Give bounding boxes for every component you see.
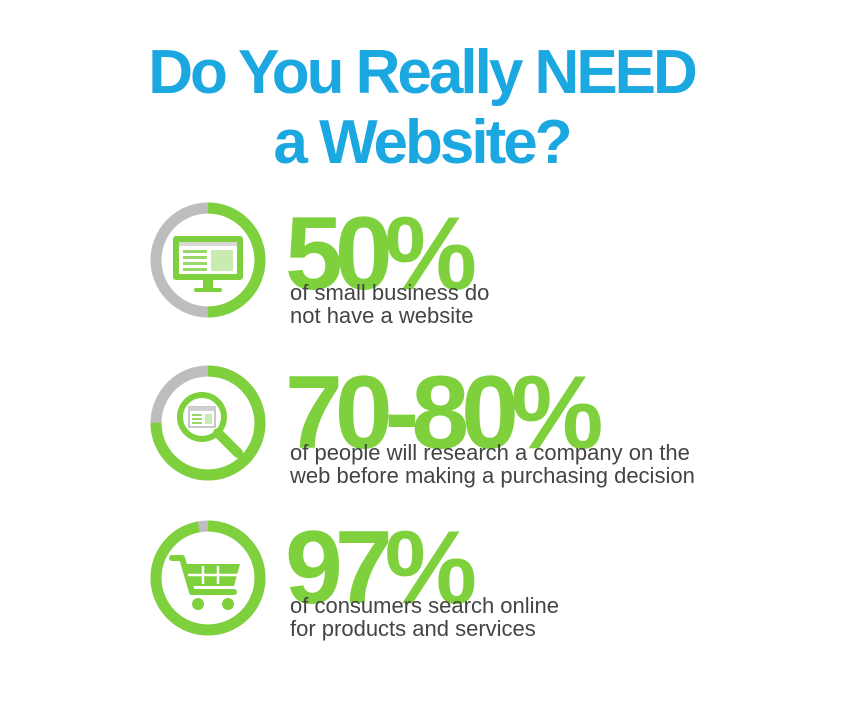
stat-small-business: 50% of small business do not have a webs… xyxy=(0,196,843,346)
stat-consumers: 97% of consumers search online for produ… xyxy=(0,514,843,664)
progress-ring xyxy=(150,202,266,318)
stat-description-line-1: of consumers search online xyxy=(290,593,560,618)
stat-description: of small business do not have a website xyxy=(290,281,489,327)
magnifier-icon xyxy=(177,392,243,458)
stat-description-line-2: web before making a purchasing decision xyxy=(290,463,695,488)
stat-description: of consumers search online for products … xyxy=(290,594,559,640)
stat-description-line-2: for products and services xyxy=(290,616,536,641)
title-line-2: a Website? xyxy=(273,108,572,177)
stat-description-line-1: of people will research a company on the xyxy=(290,440,690,465)
stat-description-line-1: of small business do xyxy=(290,280,490,305)
stat-research: 70-80% of people will research a company… xyxy=(0,359,843,509)
title-line-1: Do You Really NEED xyxy=(148,38,698,107)
stat-description: of people will research a company on the… xyxy=(290,441,695,487)
stat-description-line-2: not have a website xyxy=(290,303,474,328)
progress-ring xyxy=(150,365,266,481)
shopping-cart-icon xyxy=(169,555,240,610)
monitor-icon xyxy=(173,236,243,292)
progress-ring xyxy=(150,520,266,636)
